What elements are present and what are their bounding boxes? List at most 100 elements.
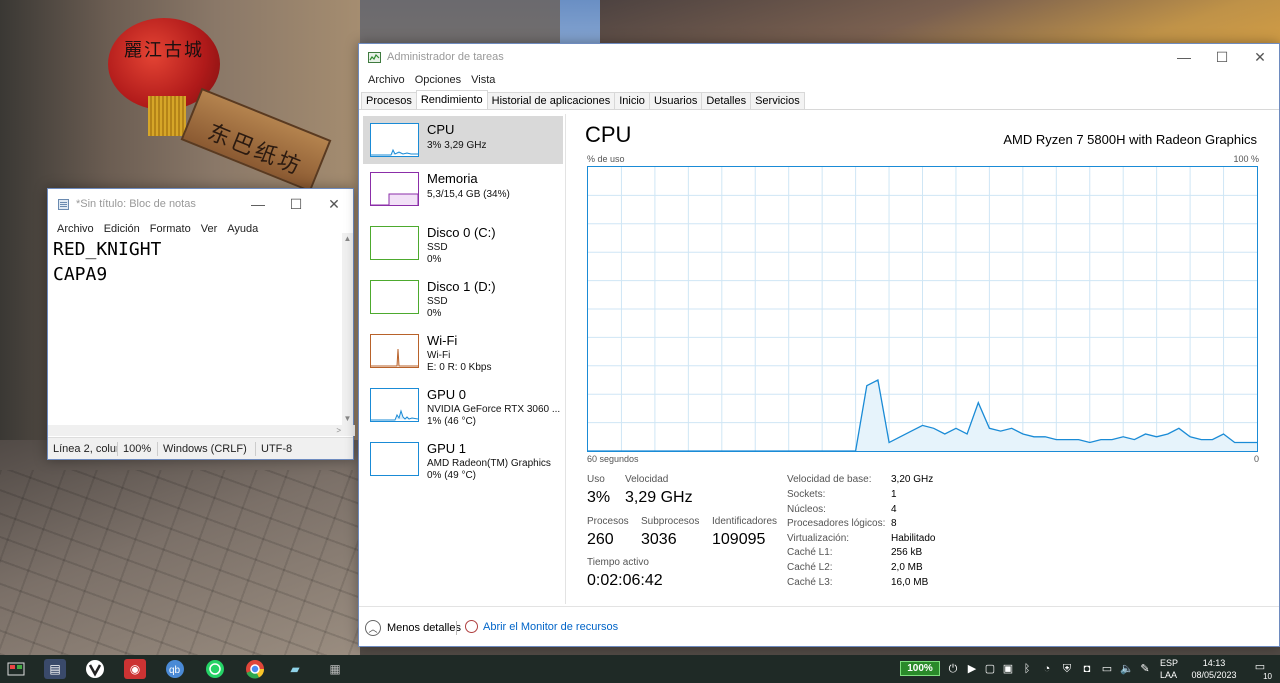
notepad-icon <box>56 197 70 211</box>
tab-inicio[interactable]: Inicio <box>614 92 650 109</box>
encoding: UTF-8 <box>261 442 293 455</box>
menu-archivo[interactable]: Archivo <box>363 74 410 86</box>
scroll-right-icon[interactable]: > <box>336 425 341 436</box>
pen-icon[interactable]: ✎ <box>1138 662 1152 676</box>
security-icon[interactable]: ◘ <box>1080 662 1094 676</box>
x-axis-label: 60 segundos <box>587 454 639 464</box>
notepad-title: *Sin título: Bloc de notas <box>76 198 196 210</box>
minimize-button[interactable]: — <box>239 189 277 219</box>
resource-wifi[interactable]: Wi-Fi Wi-Fi E: 0 R: 0 Kbps <box>363 327 563 375</box>
clock[interactable]: 14:13 08/05/2023 <box>1186 657 1242 681</box>
start-icon[interactable] <box>5 659 27 679</box>
vertical-scrollbar[interactable]: ▲ ▼ <box>342 233 353 425</box>
shield-icon[interactable]: ⛨ <box>1060 662 1074 676</box>
fewer-details-button[interactable]: ︿ Menos detalles <box>365 620 461 636</box>
bluetooth-icon[interactable]: ᛒ <box>1020 662 1034 676</box>
menu-vista[interactable]: Vista <box>466 74 500 86</box>
line-ending: Windows (CRLF) <box>158 441 256 456</box>
task-manager-taskbar-icon[interactable]: ▦ <box>324 659 346 679</box>
resource-name: GPU 1 <box>427 441 467 456</box>
cpu-usage-chart <box>588 167 1257 452</box>
notepad-taskbar-icon[interactable]: ▰ <box>284 659 306 679</box>
horizontal-scrollbar[interactable]: > <box>48 425 355 436</box>
notification-count: 10 <box>1263 672 1272 681</box>
close-icon: ✕ <box>328 195 340 212</box>
app-tray-icon[interactable]: ▣ <box>1001 662 1015 676</box>
resource-monitor-link[interactable]: Abrir el Monitor de recursos <box>465 620 618 633</box>
resource-detail: 0% <box>427 308 442 319</box>
volume-icon[interactable]: 🔈 <box>1120 662 1134 676</box>
text-editor[interactable]: RED_KNIGHT CAPA9 <box>48 233 344 425</box>
footer-divider <box>456 621 457 635</box>
spec-label: Sockets: <box>787 489 826 500</box>
resource-detail: SSD <box>427 296 448 307</box>
notepad-titlebar[interactable]: *Sin título: Bloc de notas — ☐ ✕ <box>48 189 353 219</box>
scroll-up-icon[interactable]: ▲ <box>342 233 353 245</box>
maximize-icon: ☐ <box>1215 48 1229 65</box>
resource-gpu-1[interactable]: GPU 1 AMD Radeon(TM) Graphics 0% (49 °C) <box>363 435 563 483</box>
resource-detail: 3% 3,29 GHz <box>427 140 487 151</box>
resource-detail: 0% <box>427 254 442 265</box>
language-indicator[interactable]: ESP LAA <box>1160 657 1178 681</box>
y-axis-max: 100 % <box>1233 154 1259 164</box>
maximize-button[interactable]: ☐ <box>277 189 315 219</box>
spec-value: 4 <box>891 504 897 515</box>
vivaldi-icon[interactable] <box>84 659 106 679</box>
editor-line: CAPA9 <box>53 264 108 285</box>
usage-label: Uso <box>587 474 605 485</box>
media-player-icon[interactable]: ◉ <box>124 659 146 679</box>
power-icon[interactable]: ⏻ <box>946 662 960 676</box>
close-button[interactable]: ✕ <box>1241 44 1279 70</box>
minimize-button[interactable]: — <box>1165 44 1203 70</box>
tab-servicios[interactable]: Servicios <box>750 92 805 109</box>
x-axis-end: 0 <box>1253 454 1259 464</box>
tab-usuarios[interactable]: Usuarios <box>648 92 703 109</box>
scroll-down-icon[interactable]: ▼ <box>342 413 353 425</box>
resource-gpu-0[interactable]: GPU 0 NVIDIA GeForce RTX 3060 ... 1% (46… <box>363 381 563 429</box>
wifi-icon[interactable]: ◔ <box>1040 662 1054 676</box>
notification-center-button[interactable]: ▭ 10 <box>1250 660 1272 681</box>
maximize-button[interactable]: ☐ <box>1203 44 1241 70</box>
play-icon[interactable]: ▶ <box>965 662 979 676</box>
tab-historial[interactable]: Historial de aplicaciones <box>486 92 616 109</box>
tab-detalles[interactable]: Detalles <box>701 92 752 109</box>
resource-disco-0[interactable]: Disco 0 (C:) SSD 0% <box>363 219 563 267</box>
task-manager-window[interactable]: Administrador de tareas — ☐ ✕ Archivo Op… <box>358 43 1280 647</box>
taskmgr-titlebar[interactable]: Administrador de tareas — ☐ ✕ <box>359 44 1279 70</box>
fewer-details-label: Menos detalles <box>387 622 461 634</box>
resource-disco-1[interactable]: Disco 1 (D:) SSD 0% <box>363 273 563 321</box>
spec-label: Caché L2: <box>787 562 833 573</box>
window-icon[interactable]: ▢ <box>983 662 997 676</box>
chrome-icon[interactable] <box>244 659 266 679</box>
usage-value: 3% <box>587 489 611 506</box>
resource-name: Disco 0 (C:) <box>427 225 496 240</box>
tab-rendimiento[interactable]: Rendimiento <box>415 90 488 109</box>
resource-monitor-label: Abrir el Monitor de recursos <box>483 620 619 633</box>
whatsapp-icon[interactable] <box>204 659 226 679</box>
resource-memoria[interactable]: Memoria 5,3/15,4 GB (34%) <box>363 165 563 213</box>
close-icon: ✕ <box>1254 48 1266 65</box>
taskmgr-menubar: Archivo Opciones Vista <box>359 70 1279 90</box>
computer-icon[interactable]: ▤ <box>44 659 66 679</box>
close-button[interactable]: ✕ <box>315 189 353 219</box>
spec-value: Habilitado <box>891 533 936 544</box>
cpu-model: AMD Ryzen 7 5800H with Radeon Graphics <box>1003 132 1257 147</box>
gpu1-thumbnail <box>370 442 419 476</box>
tab-procesos[interactable]: Procesos <box>361 92 417 109</box>
taskmgr-title: Administrador de tareas <box>387 51 504 63</box>
resource-detail: 1% (46 °C) <box>427 416 477 427</box>
spec-value: 1 <box>891 489 897 500</box>
processes-value: 260 <box>587 531 614 548</box>
notepad-window[interactable]: *Sin título: Bloc de notas — ☐ ✕ Archivo… <box>47 188 355 460</box>
resource-detail: SSD <box>427 242 448 253</box>
resource-detail: AMD Radeon(TM) Graphics <box>427 458 551 469</box>
qbittorrent-icon[interactable]: qb <box>164 659 186 679</box>
resource-detail: 0% (49 °C) <box>427 470 477 481</box>
display-icon[interactable]: ▭ <box>1100 662 1114 676</box>
menu-opciones[interactable]: Opciones <box>410 74 466 86</box>
resource-cpu[interactable]: CPU 3% 3,29 GHz <box>363 116 563 164</box>
speed-value: 3,29 GHz <box>625 489 693 506</box>
handles-label: Identificadores <box>712 516 778 527</box>
resource-name: Disco 1 (D:) <box>427 279 496 294</box>
battery-indicator[interactable]: 100% <box>900 661 940 676</box>
